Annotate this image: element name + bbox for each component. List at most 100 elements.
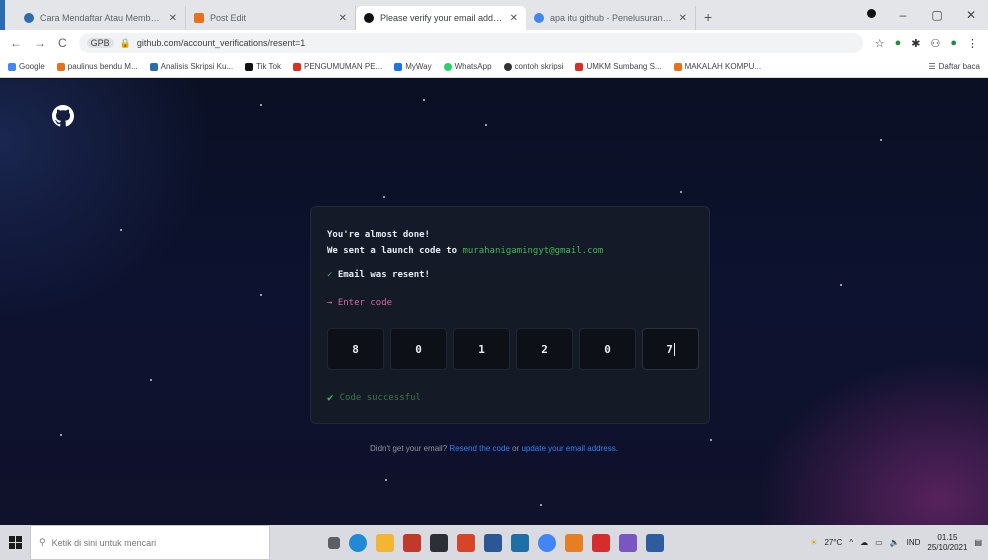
photos-icon[interactable]	[511, 533, 529, 552]
chrome-icon[interactable]	[538, 533, 556, 552]
star-dot	[60, 434, 62, 436]
calendar-app-icon[interactable]	[403, 533, 421, 552]
star-dot	[260, 104, 262, 106]
reading-list-label: Daftar baca	[938, 62, 980, 71]
taskbar-search-input[interactable]: ⚲ Ketik di sini untuk mencari	[30, 525, 270, 560]
lock-icon[interactable]: 🔒	[120, 38, 131, 49]
bookmark-label: Tik Tok	[256, 62, 281, 71]
bookmark-favicon-icon	[8, 62, 16, 71]
weather-temp[interactable]: 27°C	[824, 538, 842, 547]
tab-title: Cara Mendaftar Atau Membuat Akun	[40, 13, 163, 23]
bookmark-item[interactable]: contoh skripsi	[503, 62, 564, 71]
bookmark-item[interactable]: Analisis Skripsi Ku...	[149, 62, 233, 71]
extensions-area: ☆ ● ✱ ⚇ ● ⋮	[875, 37, 978, 50]
store-icon[interactable]	[430, 533, 448, 552]
task-view-icon[interactable]	[328, 536, 340, 549]
email-resent-status: ✓ Email was resent!	[327, 270, 430, 280]
google-favicon-icon	[534, 13, 544, 23]
bookmark-favicon-icon	[673, 62, 682, 71]
github-favicon-icon	[364, 13, 374, 23]
clock[interactable]: 01.15 25/10/2021	[927, 533, 967, 553]
minimize-icon[interactable]: –	[886, 8, 920, 22]
resend-code-link[interactable]: Resend the code	[449, 444, 510, 453]
monitor-app-icon[interactable]	[646, 533, 664, 552]
profile-icon[interactable]: ⚇	[930, 37, 940, 50]
tab-2-active[interactable]: Please verify your email address ✕	[356, 6, 526, 30]
code-digit-input[interactable]: 0	[390, 328, 447, 370]
forward-arrow-icon[interactable]: →	[34, 36, 46, 50]
chevron-up-icon[interactable]: ^	[849, 538, 853, 547]
code-digit-input[interactable]: 1	[453, 328, 510, 370]
url-input[interactable]: GPB 🔒 github.com/account_verifications/r…	[78, 33, 863, 53]
bookmark-label: PENGUMUMAN PE...	[304, 62, 383, 71]
bookmark-label: contoh skripsi	[514, 62, 564, 71]
office-icon[interactable]	[457, 533, 475, 552]
close-tab-icon[interactable]: ✕	[169, 13, 177, 24]
volume-icon[interactable]: 🔈	[890, 538, 900, 547]
clock-time: 01.15	[937, 532, 958, 542]
launch-code-prefix: We sent a launch code to	[327, 246, 463, 256]
start-button[interactable]	[0, 525, 30, 560]
tab-favicon-icon	[24, 13, 34, 23]
bookmark-item[interactable]: Tik Tok	[245, 62, 281, 71]
code-digit: 1	[478, 342, 485, 356]
reading-list[interactable]: ☰ Daftar baca	[928, 62, 980, 71]
close-tab-icon[interactable]: ✕	[510, 13, 518, 24]
code-digit-input[interactable]: 8	[327, 328, 384, 370]
verification-card: You're almost done! We sent a launch cod…	[310, 206, 710, 424]
star-dot	[680, 191, 682, 193]
bookmark-item[interactable]: WhatsApp	[443, 62, 492, 71]
close-window-icon[interactable]: ✕	[954, 8, 988, 22]
github-logo-icon[interactable]	[52, 105, 74, 127]
gallery-icon[interactable]	[619, 533, 637, 552]
edge-browser-icon[interactable]	[349, 533, 367, 552]
arrow-icon: →	[327, 298, 333, 308]
bookmark-favicon-icon	[56, 62, 65, 71]
bookmark-item[interactable]: UMKM Sumbang S...	[575, 62, 662, 71]
tab-3[interactable]: apa itu github - Penelusuran Google ✕	[526, 6, 696, 30]
code-digit-input[interactable]: 7	[642, 328, 699, 370]
bookmark-item[interactable]: MyWay	[394, 62, 432, 71]
almost-done-heading: You're almost done!	[327, 230, 430, 240]
new-tab-button[interactable]: +	[704, 9, 712, 25]
battery-icon[interactable]: ▭	[875, 538, 883, 547]
url-badge: GPB	[86, 38, 114, 48]
bookmark-item[interactable]: paulinus bendu M...	[56, 62, 138, 71]
notification-icon[interactable]: ▤	[974, 538, 982, 547]
weather-icon[interactable]: ☀	[810, 538, 817, 547]
back-arrow-icon[interactable]: ←	[10, 36, 22, 50]
word-icon[interactable]	[484, 533, 502, 552]
adobe-icon[interactable]	[592, 533, 610, 552]
file-explorer-icon[interactable]	[376, 533, 394, 552]
language-label[interactable]: IND	[907, 538, 921, 547]
launch-code-inputs: 8 0 1 2 0 7	[327, 328, 699, 370]
tab-title: apa itu github - Penelusuran Google	[550, 13, 673, 23]
update-email-link[interactable]: update your email address	[521, 444, 615, 453]
shield-extension-icon[interactable]: ●	[895, 37, 902, 49]
bookmark-item[interactable]: PENGUMUMAN PE...	[293, 62, 382, 71]
maximize-icon[interactable]: ▢	[920, 8, 954, 22]
bookmark-label: WhatsApp	[454, 62, 492, 71]
taskbar-search-placeholder: Ketik di sini untuk mencari	[51, 537, 157, 548]
bookmark-item[interactable]: Google	[8, 62, 45, 71]
menu-kebab-icon[interactable]: ⋮	[967, 37, 978, 50]
tab-1[interactable]: Post Edit ✕	[186, 6, 356, 30]
close-tab-icon[interactable]: ✕	[339, 13, 347, 24]
tab-0[interactable]: Cara Mendaftar Atau Membuat Akun ✕	[16, 6, 186, 30]
bookmark-item[interactable]: MAKALAH KOMPU...	[673, 62, 761, 71]
bookmark-favicon-icon	[394, 62, 403, 71]
ai-app-icon[interactable]	[565, 533, 583, 552]
reload-icon[interactable]: C	[58, 36, 67, 50]
email-resent-text: Email was resent!	[337, 270, 430, 280]
close-tab-icon[interactable]: ✕	[679, 13, 687, 24]
window-edge-accent	[0, 0, 5, 30]
tab-search-icon[interactable]	[867, 9, 876, 18]
url-text: github.com/account_verifications/resent=…	[136, 38, 306, 48]
extension-icon[interactable]: ●	[950, 37, 957, 49]
code-digit-input[interactable]: 0	[579, 328, 636, 370]
puzzle-extension-icon[interactable]: ✱	[911, 37, 920, 50]
code-digit-input[interactable]: 2	[516, 328, 573, 370]
bookmark-favicon-icon	[503, 62, 512, 71]
star-bookmark-icon[interactable]: ☆	[875, 37, 885, 50]
network-icon[interactable]: ☁	[860, 538, 868, 547]
